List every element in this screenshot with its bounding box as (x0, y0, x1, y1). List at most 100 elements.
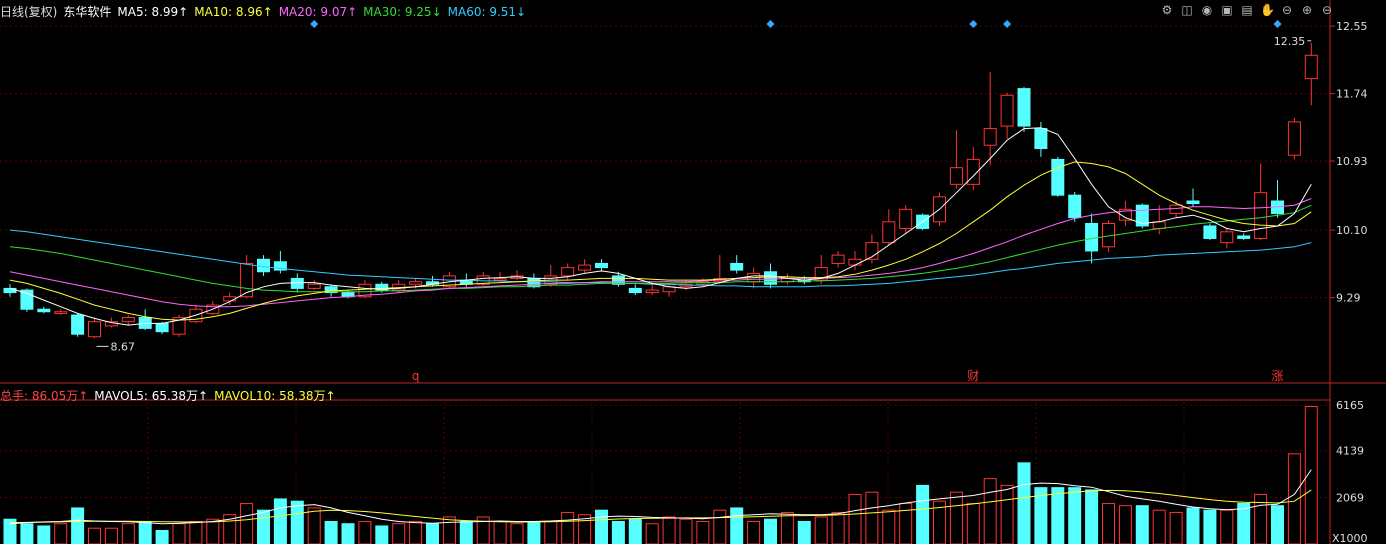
candle-body (240, 262, 254, 298)
candle-body (1237, 235, 1251, 239)
candle-body (257, 258, 270, 273)
volume-bar (341, 523, 355, 544)
volume-bar (172, 523, 186, 544)
high-price-label: 12.35 (1274, 35, 1306, 48)
candle-body (1220, 231, 1234, 244)
volume-bar (1220, 509, 1234, 544)
event-diamond-icon (969, 20, 978, 28)
eye-icon[interactable]: ◉ (1200, 3, 1214, 17)
volume-bar (747, 520, 761, 544)
price-tick-label: 10.10 (1336, 224, 1368, 237)
total-volume-label: 总手: 86.05万↑ (0, 389, 89, 403)
lock-icon[interactable]: ▣ (1220, 3, 1234, 17)
volume-bar (392, 523, 406, 544)
settings-icon[interactable]: ⚙ (1160, 3, 1174, 17)
price-tick-label: 11.74 (1336, 88, 1368, 101)
volume-bar (290, 500, 304, 544)
price-tick-label: 12.55 (1336, 20, 1368, 33)
candle-body (882, 221, 896, 244)
candle-body (1034, 128, 1048, 150)
volume-bar (679, 518, 693, 544)
event-diamond-icon (1273, 20, 1282, 28)
volume-bar (865, 491, 879, 544)
ma60-line (9, 229, 1312, 288)
candle-body (645, 289, 659, 294)
stock-name: 东华软件 (63, 5, 112, 19)
candle-body (595, 262, 608, 269)
candle-body (1287, 121, 1301, 156)
hand-icon[interactable]: ✋ (1260, 3, 1275, 17)
event-marker: q (412, 369, 420, 383)
volume-bar (983, 478, 997, 544)
volume-bar (121, 523, 135, 544)
volume-bar (797, 520, 811, 544)
volume-tick-label: 4139 (1336, 445, 1364, 458)
event-diamond-icon (766, 20, 775, 28)
chart-mode-label[interactable]: 日线(复权) (0, 3, 57, 20)
candle-body (88, 321, 101, 338)
candle-body (983, 128, 997, 146)
ma20-line (9, 198, 1312, 308)
volume-bar (628, 518, 642, 544)
zoom-in-icon[interactable]: ⊕ (1300, 3, 1314, 17)
volume-bar (645, 523, 659, 544)
volume-bar (662, 516, 676, 544)
mavol10-label: MAVOL10: 58.38万↑ (214, 389, 336, 403)
volume-bar (1135, 505, 1149, 544)
volume-bar (1017, 462, 1031, 544)
candle-body (3, 287, 17, 294)
layout-icon[interactable]: ◫ (1180, 3, 1194, 17)
candle-body (1254, 192, 1268, 239)
minus-icon[interactable]: ⊖ (1320, 3, 1334, 17)
volume-bar (916, 484, 930, 544)
volume-bar (54, 523, 68, 544)
ma60-label: MA60: 9.51↓ (447, 4, 527, 19)
candle-body (730, 262, 744, 271)
volume-bar (206, 518, 220, 544)
candle-body (949, 167, 963, 185)
volume-bar (611, 520, 625, 544)
volume-bar (138, 520, 152, 544)
candle-body (578, 264, 592, 271)
event-marker: 财 (967, 369, 979, 383)
candle-body (764, 271, 777, 285)
volume-bar (375, 525, 389, 544)
volume-bar (848, 493, 862, 544)
candle-body (307, 283, 321, 289)
candle-body (1085, 222, 1099, 252)
zoom-out-icon[interactable]: ⊖ (1280, 3, 1294, 17)
volume-bar (1186, 507, 1200, 544)
event-diamond-icon (310, 20, 319, 28)
volume-bar (561, 511, 575, 544)
volume-bar (324, 520, 338, 544)
price-header: 日线(复权) 东华软件 MA5: 8.99↑ MA10: 8.96↑ MA20:… (0, 3, 526, 20)
volume-bar (307, 507, 321, 544)
candle-body (1051, 158, 1065, 196)
volume-bar (1051, 487, 1065, 544)
volume-bar (527, 520, 541, 544)
candle-body (1068, 194, 1082, 219)
candle-body (409, 281, 423, 285)
volume-bar (104, 527, 118, 544)
box-icon[interactable]: ▤ (1240, 3, 1254, 17)
volume-bar (409, 520, 423, 544)
volume-bar (595, 509, 608, 544)
volume-bar (358, 520, 372, 544)
volume-bar (764, 518, 777, 544)
volume-bar (1254, 493, 1268, 544)
candle-body (1000, 94, 1014, 127)
candle-body (493, 277, 507, 281)
volume-bar (155, 529, 169, 544)
price-tick-label: 10.93 (1336, 155, 1368, 168)
volume-bar (1169, 511, 1183, 544)
candle-body (155, 322, 169, 333)
chart-toolbar: ⚙ ◫ ◉ ▣ ▤ ✋ ⊖ ⊕ ⊖ (1160, 3, 1334, 17)
volume-header: 总手: 86.05万↑ MAVOL5: 65.38万↑ MAVOL10: 58.… (0, 387, 336, 404)
volume-bar (730, 507, 744, 544)
volume-bar (510, 523, 524, 544)
candle-body (899, 208, 913, 229)
volume-bar (696, 520, 710, 544)
volume-bar (1118, 505, 1132, 544)
volume-bar (1271, 505, 1284, 544)
candle-body (561, 267, 575, 277)
